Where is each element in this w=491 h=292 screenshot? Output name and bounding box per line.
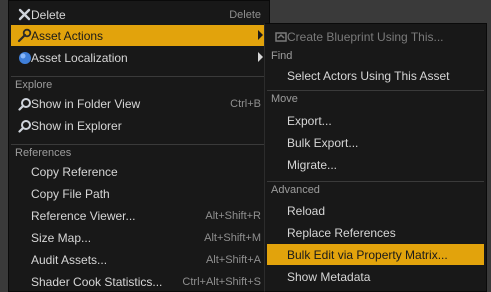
create-blueprint-menu-item[interactable]: Create Blueprint Using This...: [267, 26, 484, 47]
size-map-menu-item[interactable]: Size Map... Alt+Shift+M: [11, 227, 267, 248]
bulk-export-label: Bulk Export...: [287, 135, 359, 150]
wrench-icon: [17, 28, 32, 43]
export-label: Export...: [287, 113, 332, 128]
show-in-folder-view-label: Show in Folder View: [31, 96, 141, 111]
submenu-arrow-icon: [258, 30, 263, 40]
delete-label: Delete: [31, 7, 66, 22]
context-menu: Delete Delete Asset Actions Asset Locali…: [8, 0, 270, 292]
copy-file-path-label: Copy File Path: [31, 186, 110, 201]
bulk-export-menu-item[interactable]: Bulk Export...: [267, 132, 484, 153]
bulk-edit-menu-item[interactable]: Bulk Edit via Property Matrix...: [267, 244, 484, 265]
show-metadata-menu-item[interactable]: Show Metadata: [267, 266, 484, 287]
audit-assets-menu-item[interactable]: Audit Assets... Alt+Shift+A: [11, 249, 267, 270]
reload-label: Reload: [287, 203, 326, 218]
globe-icon: [17, 50, 32, 65]
reference-viewer-menu-item[interactable]: Reference Viewer... Alt+Shift+R: [11, 205, 267, 226]
magnifier-icon: [17, 118, 32, 133]
submenu-arrow-icon: [258, 52, 263, 62]
migrate-menu-item[interactable]: Migrate...: [267, 154, 484, 175]
size-map-label: Size Map...: [31, 230, 92, 245]
move-section-header: Move: [267, 90, 484, 107]
select-actors-menu-item[interactable]: Select Actors Using This Asset: [267, 65, 484, 86]
advanced-section-header: Advanced: [267, 181, 484, 198]
reference-viewer-shortcut: Alt+Shift+R: [205, 209, 261, 222]
show-metadata-label: Show Metadata: [287, 269, 371, 284]
asset-localization-menu-item[interactable]: Asset Localization: [11, 47, 267, 68]
copy-file-path-menu-item[interactable]: Copy File Path: [11, 183, 267, 204]
bulk-edit-label: Bulk Edit via Property Matrix...: [287, 247, 448, 262]
find-section-header: Find: [271, 50, 293, 62]
audit-assets-label: Audit Assets...: [31, 252, 108, 267]
delete-shortcut: Delete: [229, 8, 261, 21]
reload-menu-item[interactable]: Reload: [267, 200, 484, 221]
reference-viewer-label: Reference Viewer...: [31, 208, 136, 223]
show-in-folder-view-menu-item[interactable]: Show in Folder View Ctrl+B: [11, 93, 267, 114]
close-x-icon: [17, 7, 32, 22]
shader-cook-statistics-label: Shader Cook Statistics...: [31, 274, 163, 289]
size-map-shortcut: Alt+Shift+M: [204, 231, 261, 244]
shader-cook-statistics-menu-item[interactable]: Shader Cook Statistics... Ctrl+Alt+Shift…: [11, 271, 267, 292]
asset-localization-label: Asset Localization: [31, 50, 128, 65]
delete-menu-item[interactable]: Delete Delete: [11, 4, 267, 25]
copy-reference-menu-item[interactable]: Copy Reference: [11, 161, 267, 182]
export-menu-item[interactable]: Export...: [267, 110, 484, 131]
asset-actions-label: Asset Actions: [31, 28, 104, 43]
replace-references-label: Replace References: [287, 225, 396, 240]
shader-cook-statistics-shortcut: Ctrl+Alt+Shift+S: [182, 275, 261, 288]
explore-section-header: Explore: [11, 76, 267, 93]
references-section-header: References: [11, 144, 267, 161]
show-in-explorer-label: Show in Explorer: [31, 118, 122, 133]
asset-actions-menu-item[interactable]: Asset Actions: [11, 25, 267, 46]
copy-reference-label: Copy Reference: [31, 164, 118, 179]
audit-assets-shortcut: Alt+Shift+A: [205, 253, 261, 266]
magnifier-icon: [17, 96, 32, 111]
show-in-explorer-menu-item[interactable]: Show in Explorer: [11, 115, 267, 136]
create-blueprint-label: Create Blueprint Using This...: [287, 29, 444, 44]
select-actors-label: Select Actors Using This Asset: [287, 68, 450, 83]
migrate-label: Migrate...: [287, 157, 338, 172]
asset-actions-submenu: Create Blueprint Using This... Find Sele…: [264, 23, 487, 292]
replace-references-menu-item[interactable]: Replace References: [267, 222, 484, 243]
show-in-folder-view-shortcut: Ctrl+B: [230, 97, 261, 110]
blueprint-icon: [273, 29, 288, 44]
